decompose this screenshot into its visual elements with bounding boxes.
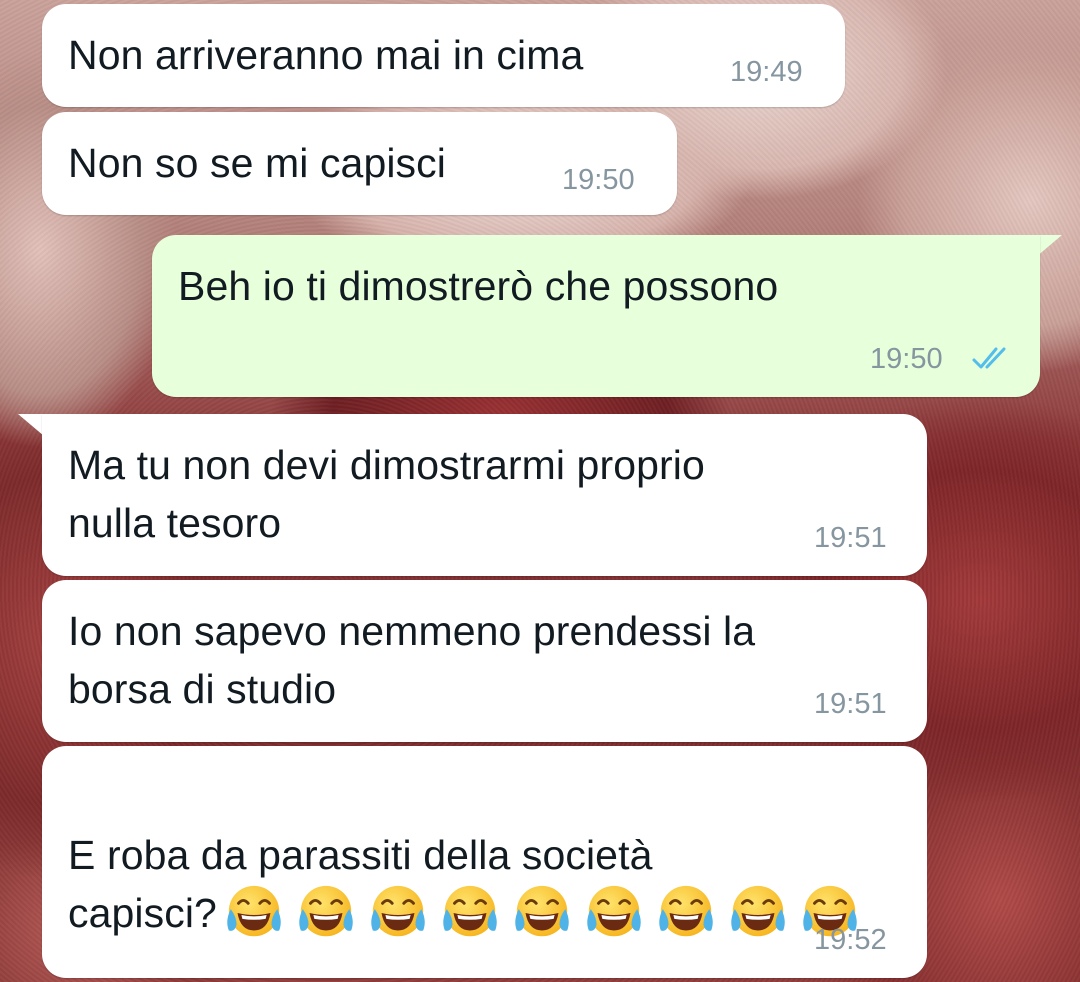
incoming-message[interactable]: Ma tu non devi dimostrarmi proprio nulla… xyxy=(42,414,927,576)
incoming-message[interactable]: Io non sapevo nemmeno prendessi la borsa… xyxy=(42,580,927,742)
message-text: Beh io ti dimostrerò che possono xyxy=(178,263,779,309)
face-with-tears-of-joy-icon xyxy=(515,885,569,936)
face-with-tears-of-joy-icon xyxy=(587,885,641,936)
message-timestamp: 19:50 xyxy=(562,164,635,196)
message-timestamp: 19:50 xyxy=(870,343,943,375)
face-with-tears-of-joy-icon xyxy=(659,885,713,936)
incoming-bubble-tail xyxy=(18,414,44,436)
incoming-message[interactable]: Non arriveranno mai in cima 19:49 xyxy=(42,4,845,107)
message-timestamp: 19:51 xyxy=(814,688,887,720)
message-timestamp: 19:52 xyxy=(814,924,887,956)
face-with-tears-of-joy-icon xyxy=(227,885,281,936)
message-text: Non arriveranno mai in cima xyxy=(68,32,584,78)
message-text: Io non sapevo nemmeno prendessi la borsa… xyxy=(68,608,756,712)
incoming-message[interactable]: Non so se mi capisci 19:50 xyxy=(42,112,677,215)
read-double-check-icon xyxy=(972,347,1006,369)
face-with-tears-of-joy-icon xyxy=(443,885,497,936)
message-text: Non so se mi capisci xyxy=(68,140,446,186)
outgoing-message[interactable]: Beh io ti dimostrerò che possono 19:50 xyxy=(152,235,1040,397)
face-with-tears-of-joy-icon xyxy=(371,885,425,936)
incoming-message[interactable]: E roba da parassiti della società capisc… xyxy=(42,746,927,978)
face-with-tears-of-joy-icon xyxy=(299,885,353,936)
emoji-row xyxy=(223,885,871,948)
message-text: Ma tu non devi dimostrarmi proprio nulla… xyxy=(68,442,705,546)
message-timestamp: 19:51 xyxy=(814,522,887,554)
face-with-tears-of-joy-icon xyxy=(731,885,785,936)
message-text: E roba da parassiti della società capisc… xyxy=(68,768,871,948)
message-timestamp: 19:49 xyxy=(730,56,803,88)
